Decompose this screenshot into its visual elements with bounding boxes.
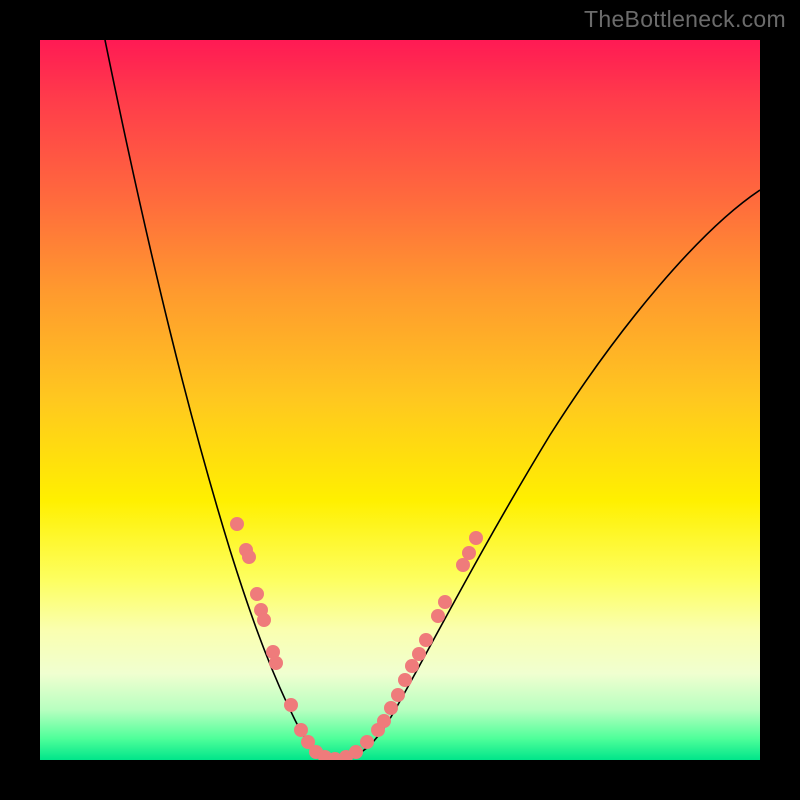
- highlight-dot: [377, 714, 391, 728]
- highlight-dot: [391, 688, 405, 702]
- highlight-dot: [384, 701, 398, 715]
- watermark-text: TheBottleneck.com: [584, 6, 786, 33]
- highlight-dot: [438, 595, 452, 609]
- highlight-dot: [405, 659, 419, 673]
- highlight-dot: [294, 723, 308, 737]
- highlight-dot: [269, 656, 283, 670]
- highlight-dot: [419, 633, 433, 647]
- highlight-dot: [469, 531, 483, 545]
- highlight-dot: [456, 558, 470, 572]
- highlight-dot: [349, 745, 363, 759]
- bottleneck-curve: [105, 40, 760, 760]
- highlight-dots: [230, 517, 483, 760]
- plot-area: [40, 40, 760, 760]
- highlight-dot: [412, 647, 426, 661]
- highlight-dot: [257, 613, 271, 627]
- chart-frame: TheBottleneck.com: [0, 0, 800, 800]
- highlight-dot: [398, 673, 412, 687]
- highlight-dot: [360, 735, 374, 749]
- highlight-dot: [431, 609, 445, 623]
- highlight-dot: [250, 587, 264, 601]
- highlight-dot: [462, 546, 476, 560]
- highlight-dot: [242, 550, 256, 564]
- highlight-dot: [230, 517, 244, 531]
- highlight-dot: [284, 698, 298, 712]
- curve-layer: [40, 40, 760, 760]
